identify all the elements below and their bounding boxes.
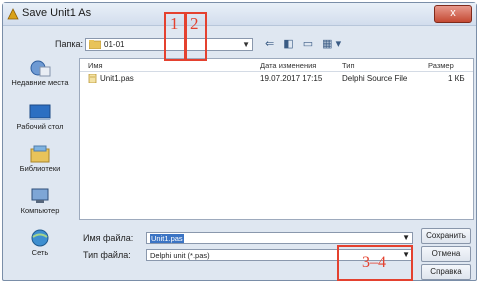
place-label: Компьютер xyxy=(20,206,60,215)
annotation-number-2: 2 xyxy=(190,14,199,33)
recent-places-icon xyxy=(30,60,51,77)
desktop-icon xyxy=(29,104,51,120)
save-button[interactable]: Сохранить xyxy=(421,228,471,244)
place-libraries[interactable]: Библиотеки xyxy=(11,145,69,173)
place-label: Недавние места xyxy=(11,78,69,87)
place-recent[interactable]: Недавние места xyxy=(11,59,69,87)
file-name-cell[interactable]: Unit1.pas xyxy=(100,74,134,83)
column-header-size[interactable]: Размер xyxy=(428,61,454,70)
column-header-type[interactable]: Тип xyxy=(342,61,355,70)
pas-file-icon xyxy=(88,74,97,83)
place-desktop[interactable]: Рабочий стол xyxy=(11,103,69,131)
window-title: Save Unit1 As xyxy=(22,7,92,19)
delphi-app-icon xyxy=(7,8,19,20)
column-header-date[interactable]: Дата изменения xyxy=(260,61,316,70)
title-bar[interactable]: Save Unit1 As x xyxy=(3,3,476,26)
file-date-cell: 19.07.2017 17:15 xyxy=(260,74,323,83)
computer-icon xyxy=(31,188,49,203)
header-divider xyxy=(80,71,473,72)
annotation-number-3: 3–4 xyxy=(362,254,386,271)
folder-label: Папка: xyxy=(55,39,83,49)
places-bar: Недавние места Рабочий стол Библиотеки К… xyxy=(11,55,69,273)
network-icon xyxy=(31,229,49,247)
filename-label: Имя файла: xyxy=(83,233,134,243)
filetype-value: Delphi unit (*.pas) xyxy=(150,251,210,260)
folder-icon xyxy=(89,40,101,49)
filename-input[interactable]: Unit1.pas ▼ xyxy=(146,232,413,244)
close-button[interactable]: x xyxy=(434,5,472,23)
file-list[interactable]: Имя Дата изменения Тип Размер Unit1.pas … xyxy=(79,58,474,220)
navigation-toolbar[interactable]: ⇐ ◧ ▭ ▦▾ xyxy=(265,37,344,51)
folder-name: 01-01 xyxy=(104,40,125,49)
dialog-window: Save Unit1 As x Папка: 01-01 ▼ ⇐ ◧ ▭ ▦▾ … xyxy=(2,2,477,281)
help-button[interactable]: Справка xyxy=(421,264,471,280)
place-computer[interactable]: Компьютер xyxy=(11,187,69,215)
place-label: Рабочий стол xyxy=(16,122,64,131)
annotation-number-1: 1 xyxy=(170,14,179,33)
place-label: Сеть xyxy=(31,248,49,257)
place-network[interactable]: Сеть xyxy=(11,229,69,257)
filename-value: Unit1.pas xyxy=(150,234,184,243)
chevron-down-icon[interactable]: ▼ xyxy=(242,40,250,49)
filetype-label: Тип файла: xyxy=(83,250,131,260)
close-icon: x xyxy=(450,7,456,19)
place-label: Библиотеки xyxy=(19,164,61,173)
chevron-down-icon[interactable]: ▼ xyxy=(402,233,410,242)
column-header-name[interactable]: Имя xyxy=(88,61,103,70)
save-dialog: Save Unit1 As x Папка: 01-01 ▼ ⇐ ◧ ▭ ▦▾ … xyxy=(0,0,481,285)
libraries-icon xyxy=(30,145,50,163)
cancel-button[interactable]: Отмена xyxy=(421,246,471,262)
file-size-cell: 1 КБ xyxy=(448,74,465,83)
file-type-cell: Delphi Source File xyxy=(342,74,408,83)
